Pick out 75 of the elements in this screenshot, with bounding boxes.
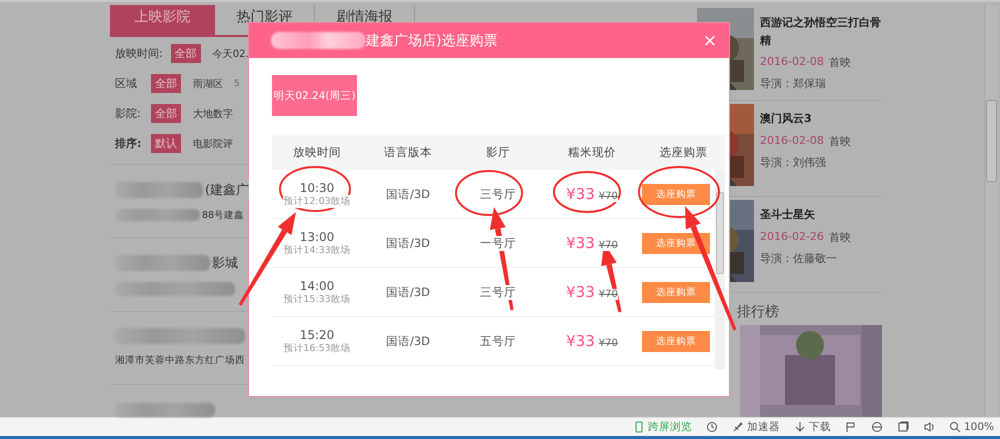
section-title: 排行榜 (736, 303, 780, 322)
browser-icon[interactable] (871, 421, 883, 433)
original-price: ¥70 (598, 289, 618, 300)
column-header: 选座购票 (658, 145, 708, 160)
showtime: 10:30 (300, 180, 334, 194)
original-price: ¥70 (598, 191, 618, 202)
original-price: ¥70 (598, 338, 618, 349)
option-count: 5 (234, 78, 240, 88)
filter-option[interactable]: 大地数字 (189, 104, 237, 122)
column-header: 糯米现价 (567, 145, 617, 160)
clock-icon[interactable] (706, 421, 718, 433)
director-text: 导演：郑保瑞 (760, 76, 827, 92)
director-text: 导演：刘伟强 (760, 154, 827, 170)
filter-option[interactable]: 默认 (151, 134, 181, 153)
table-cell: 五号厅 (480, 334, 516, 348)
window-icon[interactable] (897, 421, 909, 433)
table-cell: 国语/3D (386, 186, 430, 202)
end-time: 预计15:33散场 (283, 292, 351, 306)
showtime: 14:00 (300, 278, 334, 292)
filter-label: 排序: (115, 136, 142, 151)
column-header: 语言版本 (383, 145, 433, 160)
price: ¥33 (566, 283, 595, 301)
director-text: 导演：佐藤敬一 (760, 250, 838, 266)
table-cell: 国语/3D (386, 284, 430, 300)
flag-icon[interactable] (845, 421, 857, 433)
showtime: 15:20 (300, 328, 334, 342)
original-price: ¥70 (598, 240, 618, 251)
annotation-circle (553, 171, 621, 213)
movie-title[interactable]: 澳门风云3 (760, 110, 882, 128)
filter-option[interactable]: 电影院评 (189, 134, 237, 152)
filter-option[interactable]: 雨湖区 (189, 74, 227, 92)
filter-option[interactable]: 全部 (170, 44, 201, 63)
search-icon (949, 421, 961, 433)
speaker-icon[interactable] (923, 421, 935, 433)
release-tag: 首映 (828, 230, 851, 245)
release-date: 2016-02-08 (760, 55, 824, 70)
table-cell: 国语/3D (386, 334, 430, 348)
cinema-name[interactable]: 影城 (212, 254, 238, 272)
download-icon (794, 421, 806, 433)
column-header: 影厅 (485, 145, 511, 160)
end-time: 预计14:33散场 (283, 244, 351, 256)
cinema-address: 湘潭市芙蓉中路东方红广场西 (115, 354, 245, 368)
status-item[interactable]: 加速器 (747, 420, 780, 434)
phone-icon (633, 421, 645, 433)
release-tag: 首映 (828, 134, 851, 149)
table-cell: 一号厅 (480, 236, 516, 250)
status-item[interactable]: 下载 (809, 420, 831, 434)
end-time: 预计12:03散场 (283, 194, 351, 208)
release-tag: 首映 (828, 55, 851, 70)
price: ¥33 (566, 234, 595, 252)
table-cell: 三号厅 (480, 284, 516, 300)
movie-title[interactable]: 圣斗士星矢 (760, 206, 882, 224)
filter-label: 放映时间: (115, 46, 163, 61)
price: ¥33 (566, 185, 595, 203)
column-header: 放映时间 (292, 145, 342, 160)
release-date: 2016-02-26 (760, 230, 824, 245)
end-time: 预计16:53散场 (283, 342, 351, 354)
movie-title[interactable]: 西游记之孙悟空三打白骨精 (760, 14, 882, 50)
filter-label: 区域 (115, 76, 138, 91)
filter-option[interactable]: 全部 (151, 74, 181, 93)
tab[interactable]: 上映影院 (110, 5, 215, 35)
annotation-circle (279, 166, 351, 212)
status-item[interactable]: 100% (964, 421, 994, 433)
cinema-address: 88号建鑫 (202, 208, 244, 222)
showtime: 13:00 (300, 230, 334, 244)
filter-label: 影院: (115, 106, 142, 121)
table-cell: 三号厅 (480, 186, 516, 202)
cinema-name[interactable]: (建鑫广 (205, 180, 250, 199)
scrollbar[interactable] (984, 5, 998, 417)
filter-option[interactable]: 全部 (151, 104, 181, 123)
table-cell: 国语/3D (386, 236, 430, 250)
release-date: 2016-02-08 (760, 134, 824, 149)
scrollbar[interactable] (715, 170, 725, 369)
price: ¥33 (566, 332, 595, 350)
annotation-circle (455, 170, 523, 216)
